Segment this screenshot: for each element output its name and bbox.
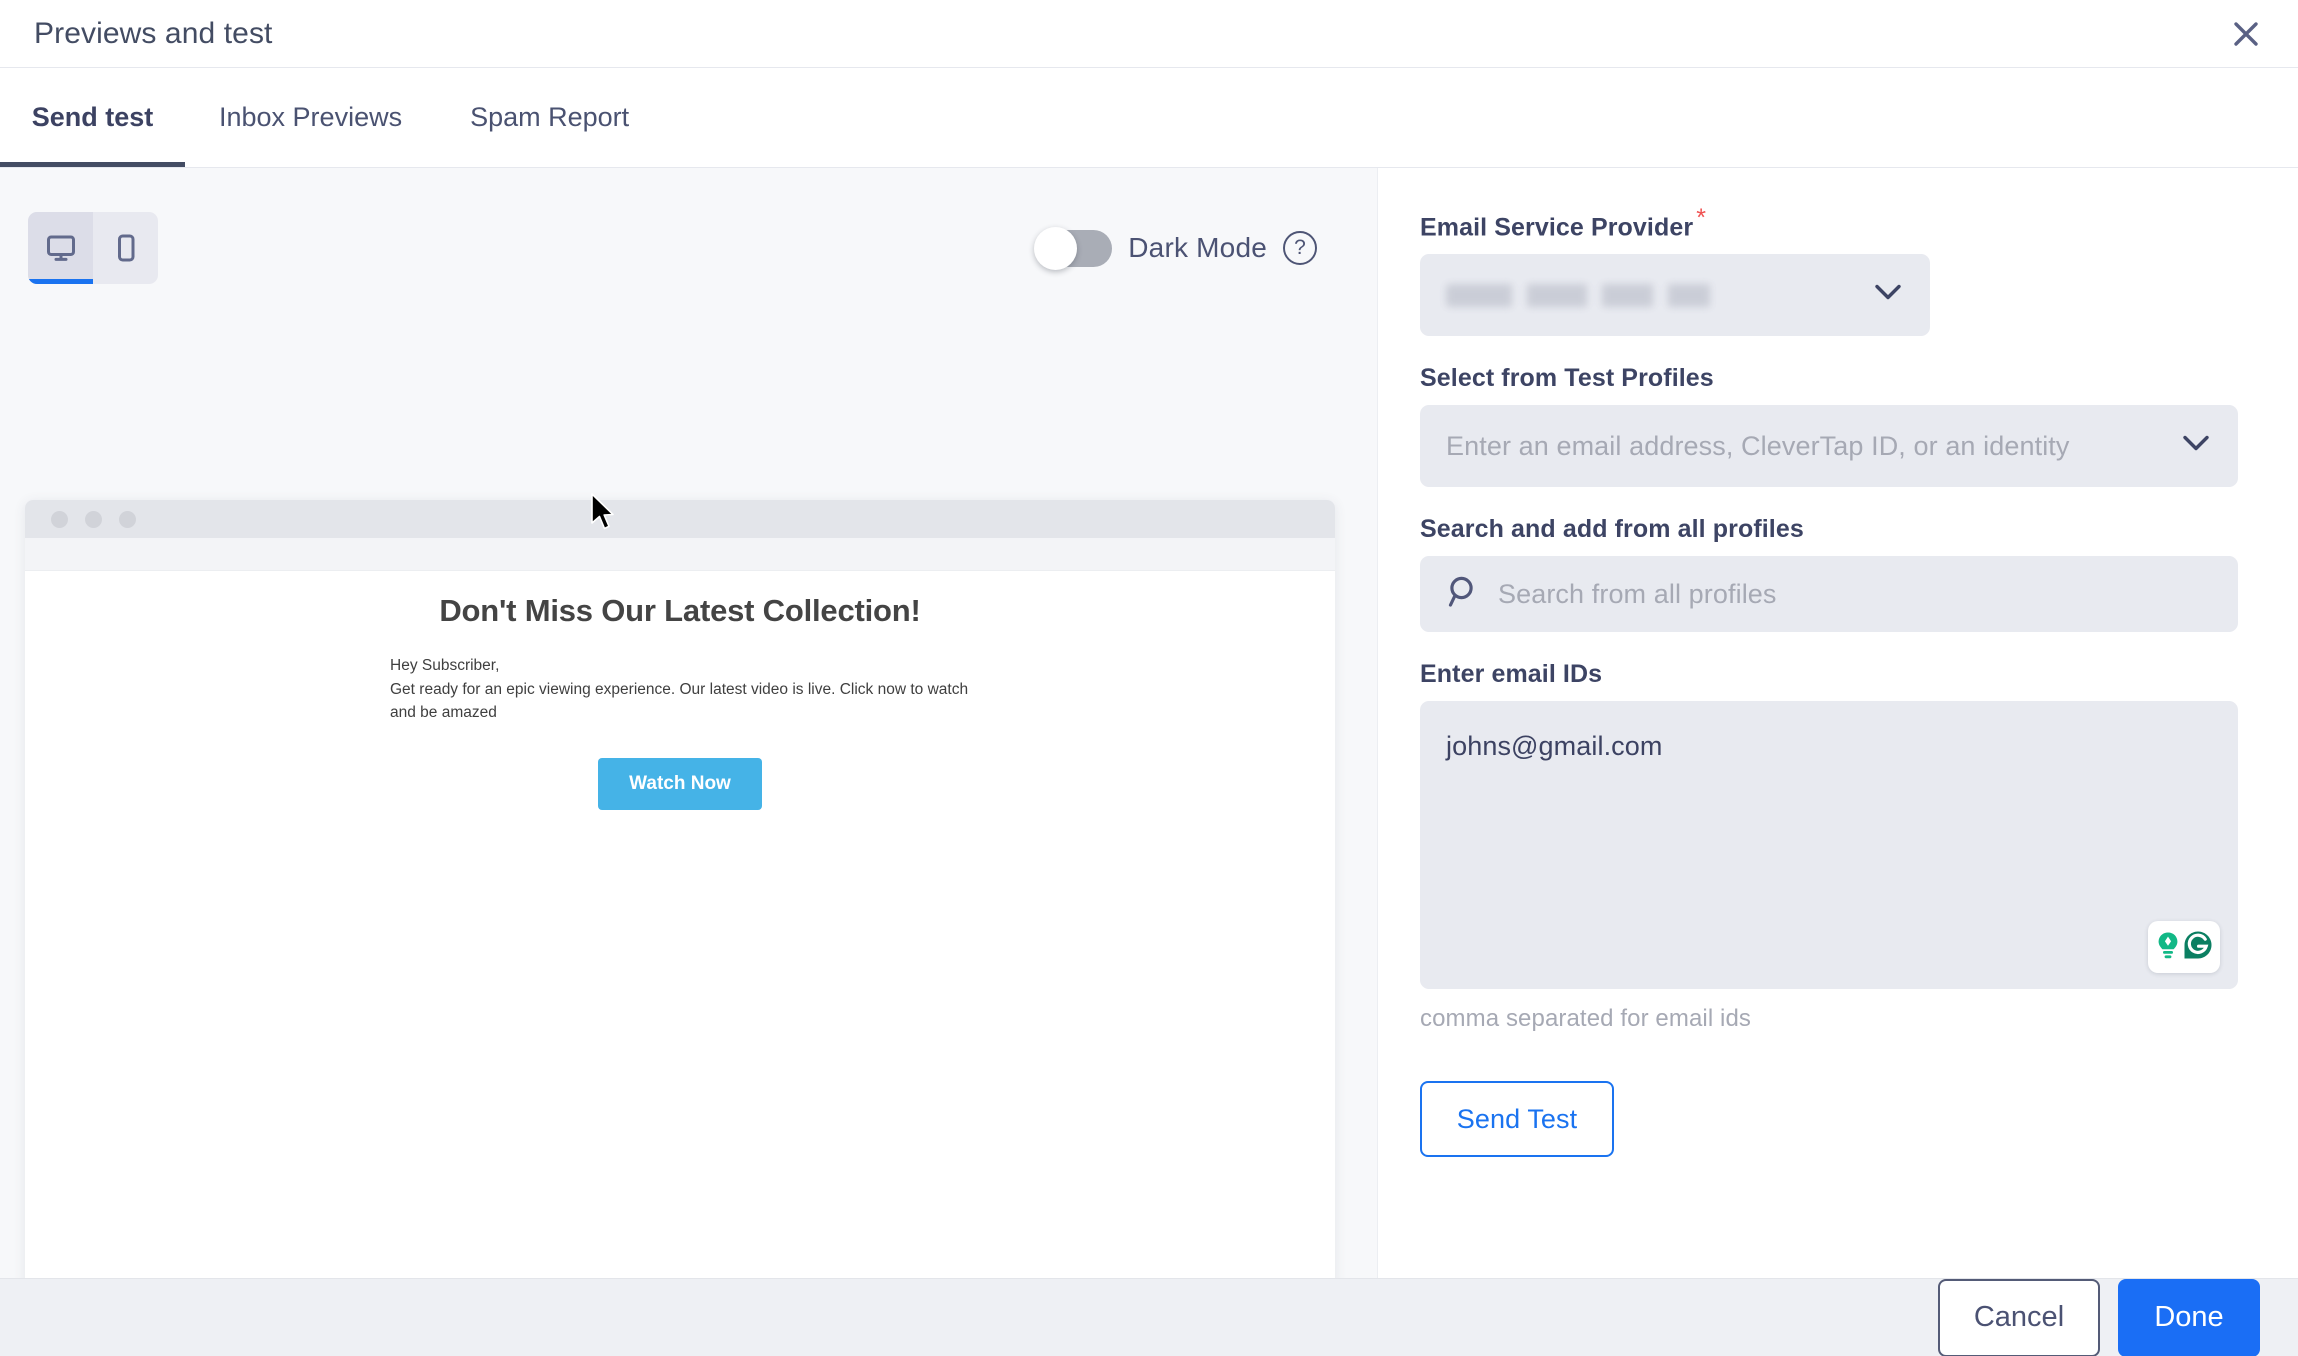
- tab-label: Inbox Previews: [219, 102, 403, 132]
- dark-mode-control: Dark Mode ?: [1034, 218, 1317, 278]
- search-profiles-placeholder: Search from all profiles: [1498, 578, 1777, 609]
- modal-header: Previews and test: [0, 0, 2298, 68]
- modal-footer: Cancel Done: [0, 1278, 2298, 1356]
- esp-selected-value-redacted: [1446, 283, 1746, 307]
- preview-pane: Dark Mode ? Don't Miss Our Latest Collec…: [0, 168, 1378, 1278]
- field-email-ids: Enter email IDs johns@gmail.com comma se…: [1420, 660, 2238, 1033]
- esp-label: Email Service Provider *: [1420, 204, 1706, 242]
- field-search-profiles: Search and add from all profiles Search …: [1420, 515, 2238, 633]
- device-switch: [28, 212, 158, 284]
- chevron-down-icon[interactable]: [2182, 435, 2210, 458]
- tab-inbox-previews[interactable]: Inbox Previews: [185, 68, 436, 167]
- required-asterisk: *: [1696, 204, 1707, 232]
- email-paragraph: Get ready for an epic viewing experience…: [390, 680, 969, 722]
- email-content: Don't Miss Our Latest Collection! Hey Su…: [25, 571, 1335, 1278]
- email-ids-textarea[interactable]: johns@gmail.com: [1420, 701, 2238, 990]
- window-dot-maximize: [119, 510, 136, 528]
- email-ids-value: johns@gmail.com: [1446, 731, 1663, 762]
- mobile-icon: [109, 231, 143, 265]
- dark-mode-label: Dark Mode: [1128, 232, 1267, 263]
- help-icon[interactable]: ?: [1283, 231, 1317, 265]
- dark-mode-toggle[interactable]: [1034, 226, 1113, 270]
- window-dot-minimize: [85, 510, 102, 528]
- window-dot-close: [51, 510, 68, 528]
- lightbulb-icon: [2155, 930, 2181, 965]
- send-test-form: Email Service Provider * Select from Test…: [1378, 168, 2298, 1278]
- device-desktop-button[interactable]: [28, 212, 93, 284]
- esp-label-text: Email Service Provider: [1420, 213, 1694, 242]
- search-profiles-input[interactable]: Search from all profiles: [1420, 556, 2238, 633]
- preview-toolbar: Dark Mode ?: [28, 212, 1349, 284]
- done-button[interactable]: Done: [2118, 1278, 2260, 1356]
- tab-bar: Send test Inbox Previews Spam Report: [0, 68, 2298, 168]
- field-test-profiles: Select from Test Profiles Enter an email…: [1420, 364, 2238, 488]
- desktop-icon: [44, 231, 78, 265]
- close-icon[interactable]: [2224, 12, 2268, 56]
- toggle-knob: [1034, 226, 1078, 270]
- chevron-down-icon[interactable]: [1874, 284, 1902, 307]
- browser-address-bar: [25, 538, 1335, 571]
- esp-select[interactable]: [1420, 254, 1930, 337]
- email-preview-frame: Don't Miss Our Latest Collection! Hey Su…: [25, 500, 1335, 1278]
- browser-chrome-bar: [25, 500, 1335, 538]
- tab-send-test[interactable]: Send test: [0, 68, 185, 167]
- grammarly-g-icon: [2183, 930, 2213, 965]
- page-title: Previews and test: [34, 16, 273, 50]
- tab-spam-report[interactable]: Spam Report: [436, 68, 663, 167]
- test-profiles-label: Select from Test Profiles: [1420, 364, 1714, 393]
- tab-label: Send test: [31, 102, 154, 132]
- tab-label: Spam Report: [470, 102, 630, 132]
- watch-now-button[interactable]: Watch Now: [598, 757, 762, 810]
- search-icon: [1446, 574, 1482, 615]
- test-profiles-select[interactable]: Enter an email address, CleverTap ID, or…: [1420, 405, 2238, 488]
- grammarly-badge[interactable]: [2148, 921, 2220, 974]
- cancel-button[interactable]: Cancel: [1938, 1278, 2100, 1356]
- email-greeting: Hey Subscriber,: [390, 657, 500, 674]
- search-profiles-label: Search and add from all profiles: [1420, 515, 1804, 544]
- send-test-button[interactable]: Send Test: [1420, 1081, 1614, 1158]
- email-ids-helper: comma separated for email ids: [1420, 1005, 1752, 1033]
- email-ids-label: Enter email IDs: [1420, 660, 1603, 689]
- test-profiles-placeholder: Enter an email address, CleverTap ID, or…: [1446, 430, 2070, 461]
- field-email-service-provider: Email Service Provider *: [1420, 204, 2238, 337]
- previews-and-test-modal: Previews and test Send test Inbox Previe…: [0, 0, 2298, 1356]
- email-heading: Don't Miss Our Latest Collection!: [439, 593, 921, 628]
- modal-body: Dark Mode ? Don't Miss Our Latest Collec…: [0, 168, 2298, 1278]
- email-body-text: Hey Subscriber, Get ready for an epic vi…: [390, 654, 970, 725]
- device-mobile-button[interactable]: [93, 212, 158, 284]
